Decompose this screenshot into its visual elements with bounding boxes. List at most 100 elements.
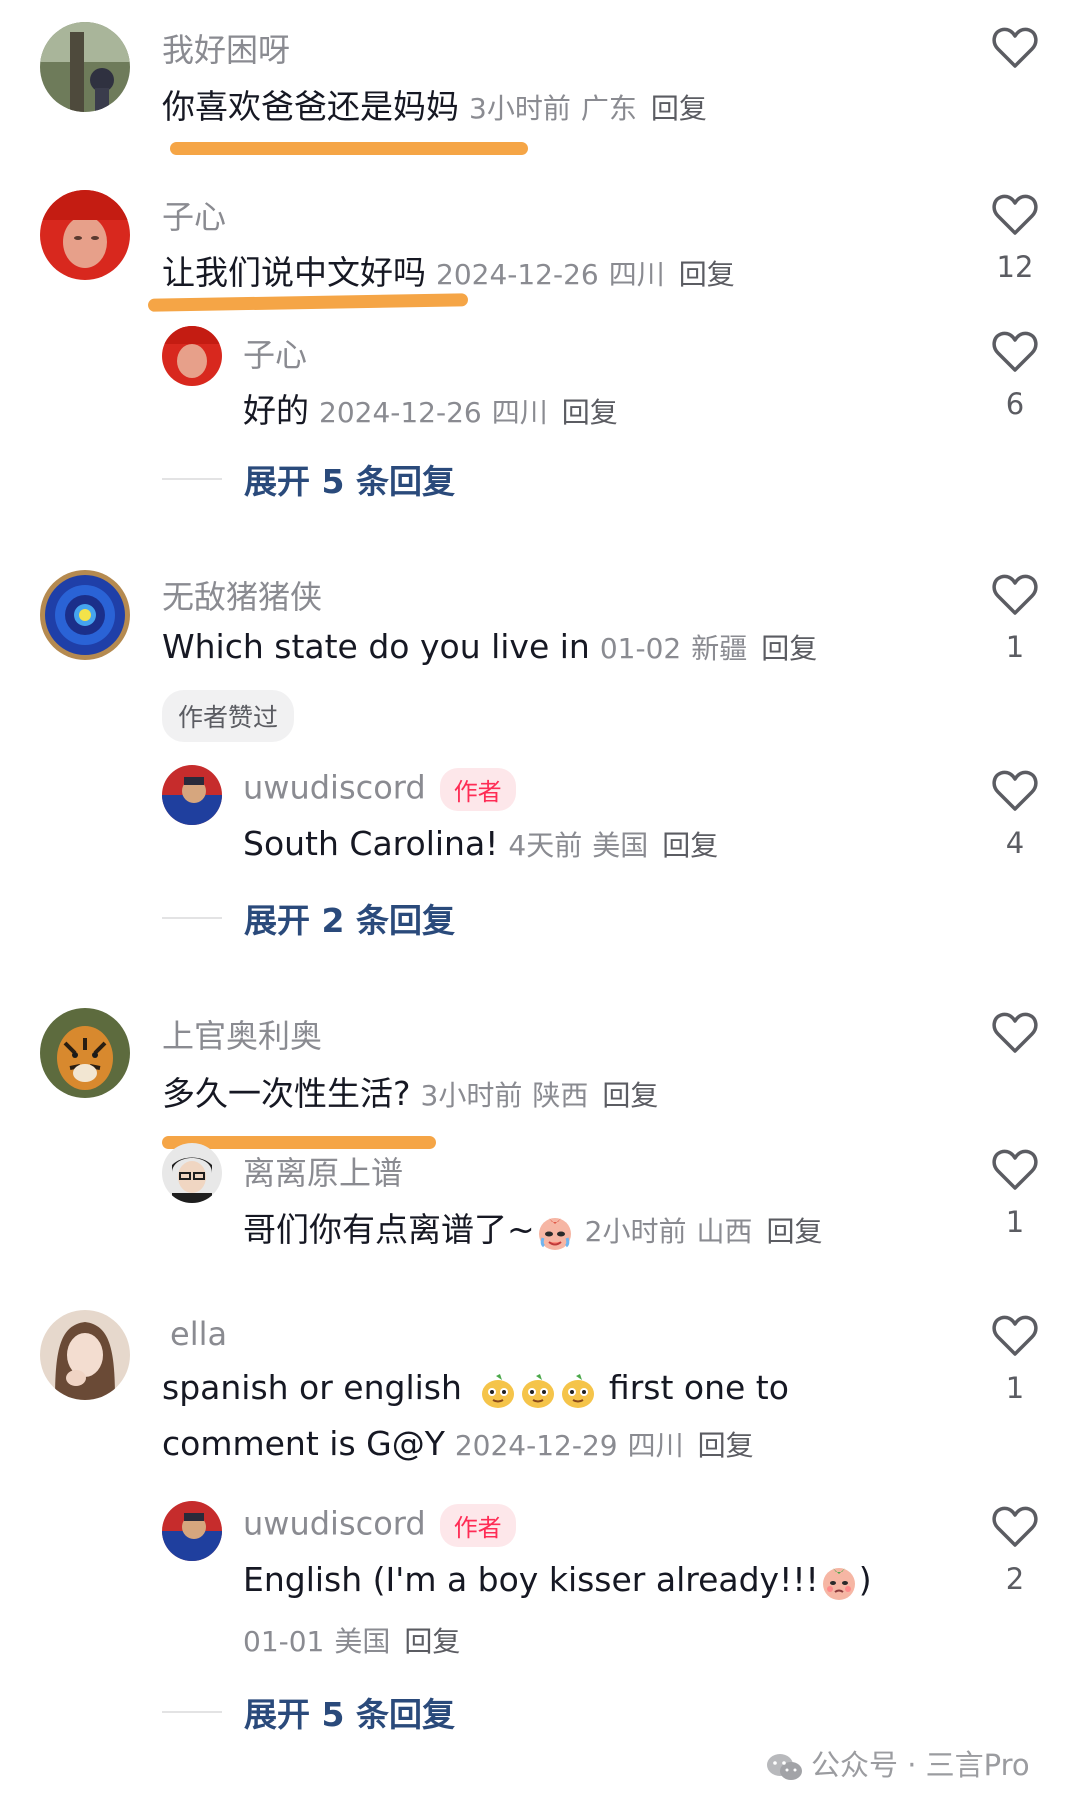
reply-button[interactable]: 回复 [662,829,718,862]
reply-text: 好的 2024-12-26 四川 回复 [243,384,618,432]
author-badge: 作者 [439,1504,516,1547]
comment-text: 多久一次性生活? 3小时前 陕西 回复 [162,1067,658,1115]
avatar[interactable] [162,1501,222,1561]
avatar[interactable] [40,190,130,280]
comment-body: 你喜欢爸爸还是妈妈 [162,87,459,126]
comment-body-part1: spanish or english [162,1368,462,1407]
comment-username[interactable]: 我好困呀 [162,25,290,71]
reply-body: 好的 [243,391,309,430]
expand-replies-label[interactable]: 展开 2 条回复 [244,901,455,940]
reply-text: South Carolina! 4天前 美国 回复 [243,824,718,864]
heart-icon [992,1315,1038,1356]
reply-username[interactable]: 子心 [243,330,307,376]
reply-button[interactable]: 回复 [404,1625,460,1658]
like-count [985,83,1045,117]
avatar[interactable] [162,1143,222,1203]
reply-username[interactable]: uwudiscord 作者 [243,768,516,811]
comment-time: 2024-12-29 [454,1429,618,1462]
reply-location: 美国 [334,1625,391,1658]
comment-time: 3小时前 [469,92,571,125]
expand-replies-label[interactable]: 展开 5 条回复 [244,1695,455,1734]
like-button[interactable]: 6 [985,331,1045,421]
comment-text: 让我们说中文好吗 2024-12-26 四川 回复 [162,246,735,294]
reply-button[interactable]: 回复 [679,258,735,291]
heart-icon [992,1012,1038,1053]
shy-peach-emoji-icon [819,1562,859,1602]
reply-time: 4天前 [508,829,583,862]
like-count: 1 [1005,1205,1025,1239]
expand-replies[interactable]: 展开 5 条回复 [162,455,455,503]
divider [162,917,222,919]
avatar[interactable] [162,765,222,825]
comment-location: 四川 [627,1429,684,1462]
like-count: 1 [1005,630,1025,664]
reply-location: 四川 [491,396,548,429]
comment-location: 四川 [608,258,665,291]
reply-button[interactable]: 回复 [602,1079,658,1112]
like-count: 4 [1005,826,1025,860]
comment-body: 让我们说中文好吗 [162,253,426,292]
like-button[interactable] [985,27,1045,117]
like-count [985,1068,1045,1102]
reply-username-text[interactable]: uwudiscord [243,769,426,807]
like-button[interactable] [985,1012,1045,1102]
reply-time: 01-01 [243,1625,325,1658]
watermark-text: 公众号 · 三言Pro [811,1748,1030,1782]
comment-text-line1: spanish or english first one to [162,1368,789,1410]
reply-button[interactable]: 回复 [698,1429,754,1462]
reply-text: 哥们你有点离谱了~ 2小时前 山西 回复 [243,1203,823,1252]
reply-username[interactable]: 离离原上谱 [243,1148,403,1194]
wechat-icon [765,1752,803,1782]
heart-icon [992,331,1038,372]
reply-meta-line: 01-01 美国 回复 [243,1620,460,1660]
like-button[interactable]: 4 [985,770,1045,860]
comment-location: 新疆 [691,632,748,665]
like-count: 12 [996,250,1034,284]
reply-location: 美国 [592,829,649,862]
comment-username[interactable]: 无敌猪猪侠 [162,572,322,618]
expand-replies[interactable]: 展开 5 条回复 [162,1688,455,1736]
reply-body: 哥们你有点离谱了~ [243,1210,535,1249]
like-count: 1 [1005,1371,1025,1405]
like-count: 6 [1005,387,1025,421]
like-button[interactable]: 12 [985,194,1045,284]
comment-location: 陕西 [532,1079,589,1112]
like-button[interactable]: 1 [985,1149,1045,1239]
like-button[interactable]: 1 [985,1315,1045,1405]
comment-text: 你喜欢爸爸还是妈妈 3小时前 广东 回复 [162,80,707,128]
watermark: 公众号 · 三言Pro [765,1742,1030,1784]
reply-location: 山西 [696,1215,753,1248]
comment-body-part3: comment is G@Y [162,1424,445,1463]
avatar[interactable] [40,1008,130,1098]
comment-text: Which state do you live in 01-02 新疆 回复 [162,627,817,667]
reply-body: South Carolina! [243,824,499,863]
comment-location: 广东 [580,92,637,125]
expand-replies[interactable]: 展开 2 条回复 [162,894,455,942]
avatar[interactable] [40,570,130,660]
reply-time: 2小时前 [584,1215,687,1248]
like-button[interactable]: 1 [985,574,1045,664]
avatar[interactable] [162,326,222,386]
reply-body-end: ) [858,1560,872,1599]
like-button[interactable]: 2 [985,1506,1045,1596]
expand-replies-label[interactable]: 展开 5 条回复 [244,462,455,501]
heart-icon [992,770,1038,811]
reply-button[interactable]: 回复 [767,1215,823,1248]
author-liked-badge: 作者赞过 [162,690,295,742]
avatar[interactable] [40,22,130,112]
reply-username-text[interactable]: uwudiscord [243,1505,426,1543]
comment-time: 2024-12-26 [436,258,599,291]
comment-username[interactable]: ella [170,1315,227,1353]
avatar[interactable] [40,1310,130,1400]
highlight-underline [147,293,469,312]
comment-username[interactable]: 上官奥利奥 [162,1011,322,1057]
reply-button[interactable]: 回复 [761,632,817,665]
comment-username[interactable]: 子心 [162,192,226,238]
heart-icon [992,1506,1038,1547]
reply-button[interactable]: 回复 [562,396,618,429]
heart-icon [992,574,1038,615]
reply-body: English (I'm a boy kisser already!!! [243,1560,819,1599]
reply-username[interactable]: uwudiscord 作者 [243,1504,516,1547]
reply-button[interactable]: 回复 [651,92,707,125]
reply-text: English (I'm a boy kisser already!!!) [243,1560,872,1602]
